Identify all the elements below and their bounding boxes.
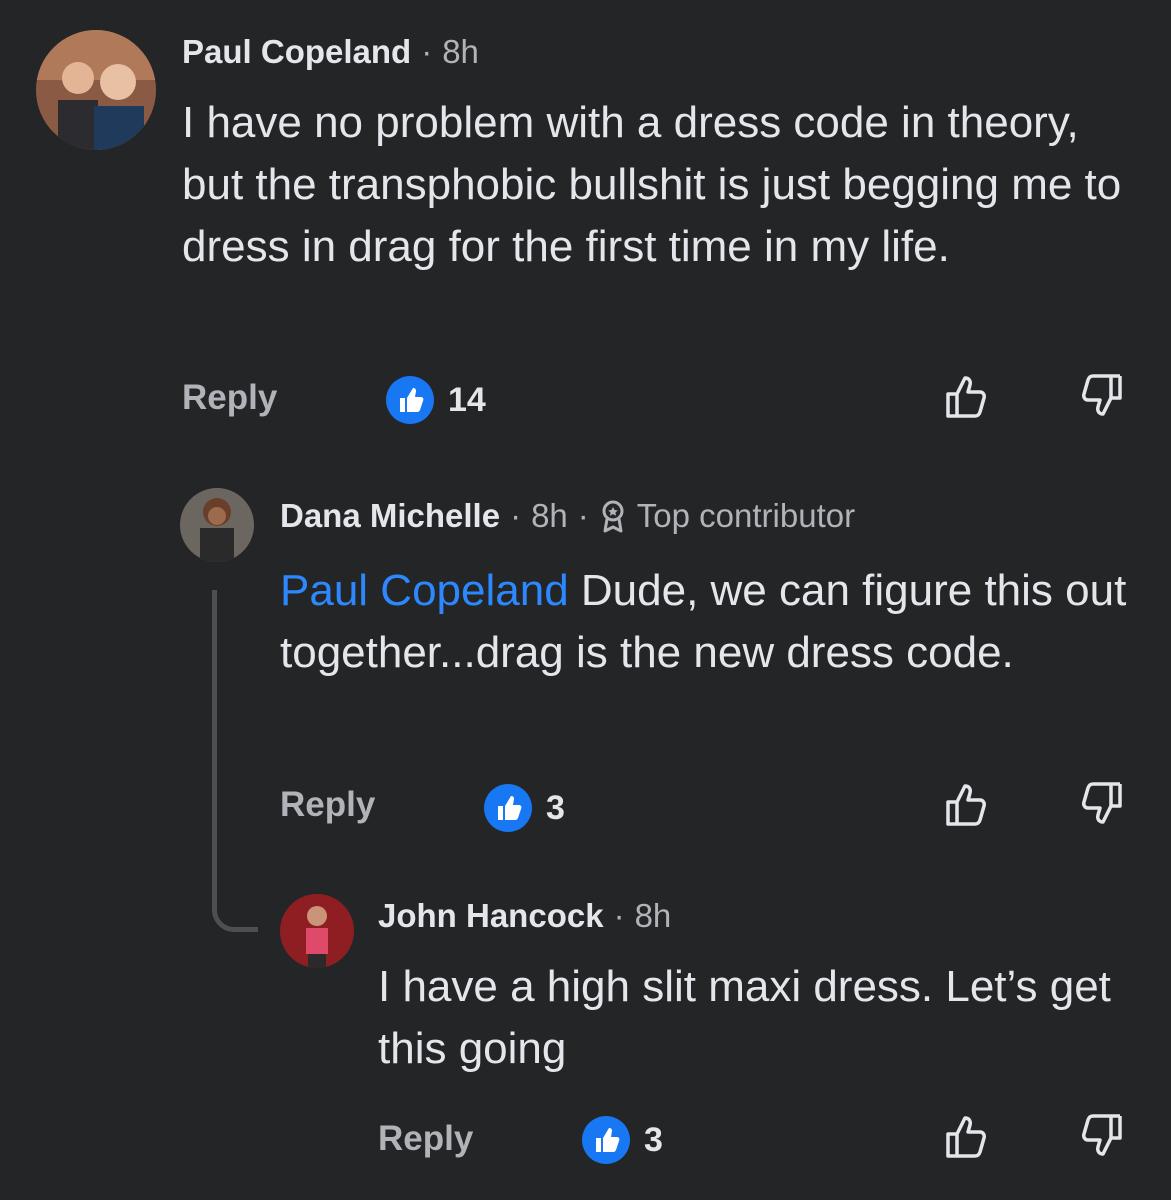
comment-text: Paul Copeland Dude, we can figure this o…: [280, 560, 1150, 684]
top-contributor-badge: Top contributor: [636, 497, 856, 534]
upvote-button[interactable]: [940, 778, 992, 830]
author-name[interactable]: Paul Copeland: [182, 32, 411, 72]
reply-button[interactable]: Reply: [378, 1118, 473, 1160]
thumbs-up-filled-icon: [484, 784, 532, 832]
thumbs-up-outline-icon: [946, 1116, 986, 1158]
mention-link[interactable]: Paul Copeland: [280, 566, 569, 615]
like-summary[interactable]: 14: [386, 376, 486, 424]
thumbs-up-outline-icon: [946, 376, 986, 418]
separator: ·: [421, 33, 433, 70]
timestamp[interactable]: 8h: [531, 496, 568, 536]
comment-thread: Paul Copeland · 8h I have no problem wit…: [0, 0, 1171, 1200]
like-count: 3: [546, 788, 565, 827]
thumbs-up-filled-icon: [582, 1116, 630, 1164]
award-ribbon-icon: [599, 499, 627, 533]
downvote-button[interactable]: [1076, 778, 1128, 830]
reply-button[interactable]: Reply: [280, 784, 375, 826]
thumbs-down-outline-icon: [1082, 782, 1122, 824]
like-count: 14: [448, 380, 486, 419]
separator: ·: [510, 497, 522, 534]
thread-connector: [212, 590, 258, 932]
comment-text: I have no problem with a dress code in t…: [182, 98, 1122, 271]
thumbs-down-outline-icon: [1082, 374, 1122, 416]
separator: ·: [577, 497, 589, 534]
like-summary[interactable]: 3: [582, 1116, 663, 1164]
upvote-button[interactable]: [940, 1110, 992, 1162]
author-name[interactable]: John Hancock: [378, 896, 604, 936]
comment-header: Dana Michelle · 8h · Top contributor: [280, 496, 855, 536]
avatar[interactable]: [280, 894, 354, 968]
timestamp[interactable]: 8h: [635, 896, 672, 936]
downvote-button[interactable]: [1076, 370, 1128, 422]
upvote-button[interactable]: [940, 370, 992, 422]
avatar[interactable]: [36, 30, 156, 150]
avatar[interactable]: [180, 488, 254, 562]
like-count: 3: [644, 1120, 663, 1159]
author-name[interactable]: Dana Michelle: [280, 496, 500, 536]
thumbs-up-outline-icon: [946, 784, 986, 826]
reply-button[interactable]: Reply: [182, 377, 277, 419]
separator: ·: [613, 897, 625, 934]
comment-header: Paul Copeland · 8h: [182, 32, 479, 72]
comment-text: I have a high slit maxi dress. Let’s get…: [378, 962, 1111, 1073]
thumbs-up-filled-icon: [386, 376, 434, 424]
downvote-button[interactable]: [1076, 1110, 1128, 1162]
timestamp[interactable]: 8h: [442, 32, 479, 72]
thumbs-down-outline-icon: [1082, 1114, 1122, 1156]
comment-header: John Hancock · 8h: [378, 896, 671, 936]
like-summary[interactable]: 3: [484, 784, 565, 832]
